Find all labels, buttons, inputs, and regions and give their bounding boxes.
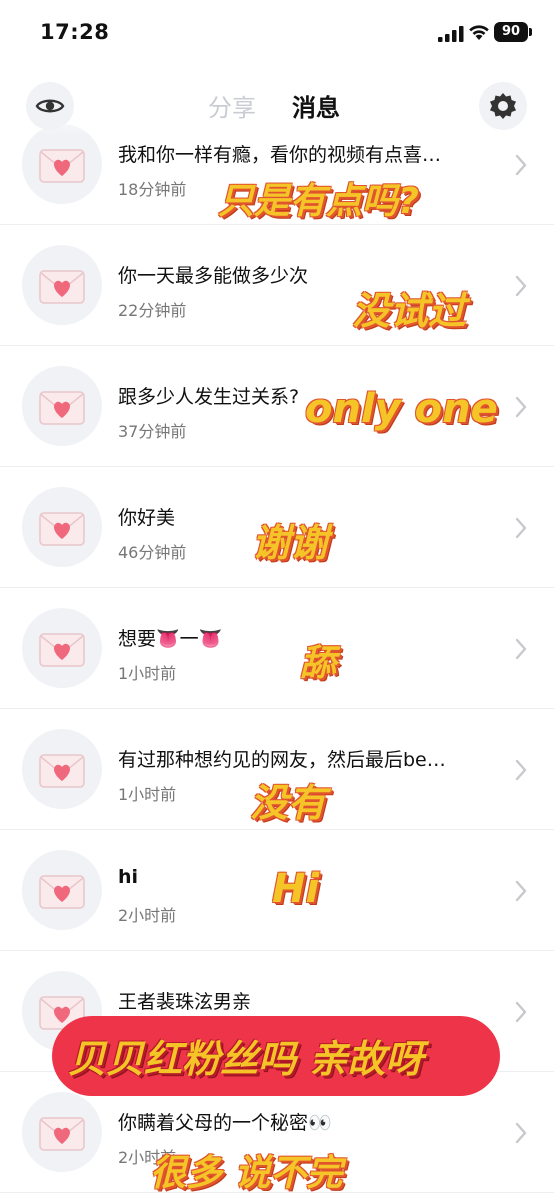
eye-icon bbox=[35, 99, 65, 113]
battery-level: 90 bbox=[494, 22, 528, 42]
gear-icon bbox=[490, 93, 516, 119]
chevron-right-icon bbox=[515, 1122, 527, 1144]
reply-overlay: 只是有点吗? bbox=[218, 181, 419, 222]
message-title: 你一天最多能做多少次 bbox=[118, 265, 309, 287]
message-time: 18分钟前 bbox=[118, 180, 187, 199]
avatar bbox=[22, 487, 102, 567]
message-title: 你好美 bbox=[118, 507, 176, 529]
reply-overlay: Hi bbox=[272, 866, 320, 912]
message-title: 想要👅一👅 bbox=[118, 628, 223, 650]
avatar bbox=[22, 124, 102, 204]
visibility-button[interactable] bbox=[26, 82, 74, 130]
avatar bbox=[22, 850, 102, 930]
message-time: 1小时前 bbox=[118, 785, 177, 804]
reply-overlay: 没试过 bbox=[352, 289, 467, 333]
envelope-heart-icon bbox=[39, 512, 85, 546]
tab-share[interactable]: 分享 bbox=[208, 88, 256, 123]
chevron-right-icon bbox=[515, 880, 527, 902]
chevron-right-icon bbox=[515, 517, 527, 539]
wifi-icon bbox=[469, 25, 489, 40]
reply-overlay: only one bbox=[305, 386, 498, 432]
tab-messages[interactable]: 消息 bbox=[292, 88, 340, 123]
envelope-heart-icon bbox=[39, 270, 85, 304]
top-nav: 分享 消息 bbox=[0, 74, 554, 136]
settings-button[interactable] bbox=[479, 82, 527, 130]
envelope-heart-icon bbox=[39, 633, 85, 667]
avatar bbox=[22, 608, 102, 688]
chevron-right-icon bbox=[515, 759, 527, 781]
message-row[interactable]: 你一天最多能做多少次 22分钟前 bbox=[0, 225, 554, 346]
message-title: 跟多少人发生过关系? bbox=[118, 386, 300, 408]
chevron-right-icon bbox=[515, 275, 527, 297]
message-time: 37分钟前 bbox=[118, 422, 187, 441]
chevron-right-icon bbox=[515, 396, 527, 418]
reply-overlay: 谢谢 bbox=[252, 521, 329, 565]
envelope-heart-icon bbox=[39, 391, 85, 425]
reply-overlay: 舔 bbox=[300, 643, 337, 684]
message-time: 22分钟前 bbox=[118, 301, 187, 320]
avatar bbox=[22, 1092, 102, 1172]
envelope-heart-icon bbox=[39, 754, 85, 788]
message-title: 王者裴珠泫男亲 bbox=[118, 991, 252, 1013]
chevron-right-icon bbox=[515, 154, 527, 176]
message-title: 有过那种想约见的网友，然后最后be… bbox=[118, 749, 446, 771]
message-time: 2小时前 bbox=[118, 906, 177, 925]
cellular-signal-icon bbox=[438, 26, 464, 42]
status-time: 17:28 bbox=[40, 20, 110, 44]
message-time: 46分钟前 bbox=[118, 543, 187, 562]
reply-overlay: 很多 说不完 bbox=[150, 1153, 343, 1194]
envelope-heart-icon bbox=[39, 1117, 85, 1151]
status-bar: 17:28 90 bbox=[0, 0, 554, 64]
envelope-heart-icon bbox=[39, 149, 85, 183]
chevron-right-icon bbox=[515, 638, 527, 660]
message-title: hi bbox=[118, 866, 139, 888]
reply-overlay: 贝贝红粉丝吗 亲故呀 bbox=[68, 1037, 424, 1081]
reply-overlay: 没有 bbox=[250, 781, 327, 825]
message-title: 你瞒着父母的一个秘密👀 bbox=[118, 1112, 332, 1134]
message-time: 1小时前 bbox=[118, 664, 177, 683]
envelope-heart-icon bbox=[39, 875, 85, 909]
battery-cap bbox=[529, 28, 532, 36]
avatar bbox=[22, 245, 102, 325]
message-title: 我和你一样有瘾，看你的视频有点喜… bbox=[118, 144, 442, 166]
chevron-right-icon bbox=[515, 1001, 527, 1023]
avatar bbox=[22, 729, 102, 809]
message-row[interactable]: 想要👅一👅 1小时前 bbox=[0, 588, 554, 709]
avatar bbox=[22, 366, 102, 446]
